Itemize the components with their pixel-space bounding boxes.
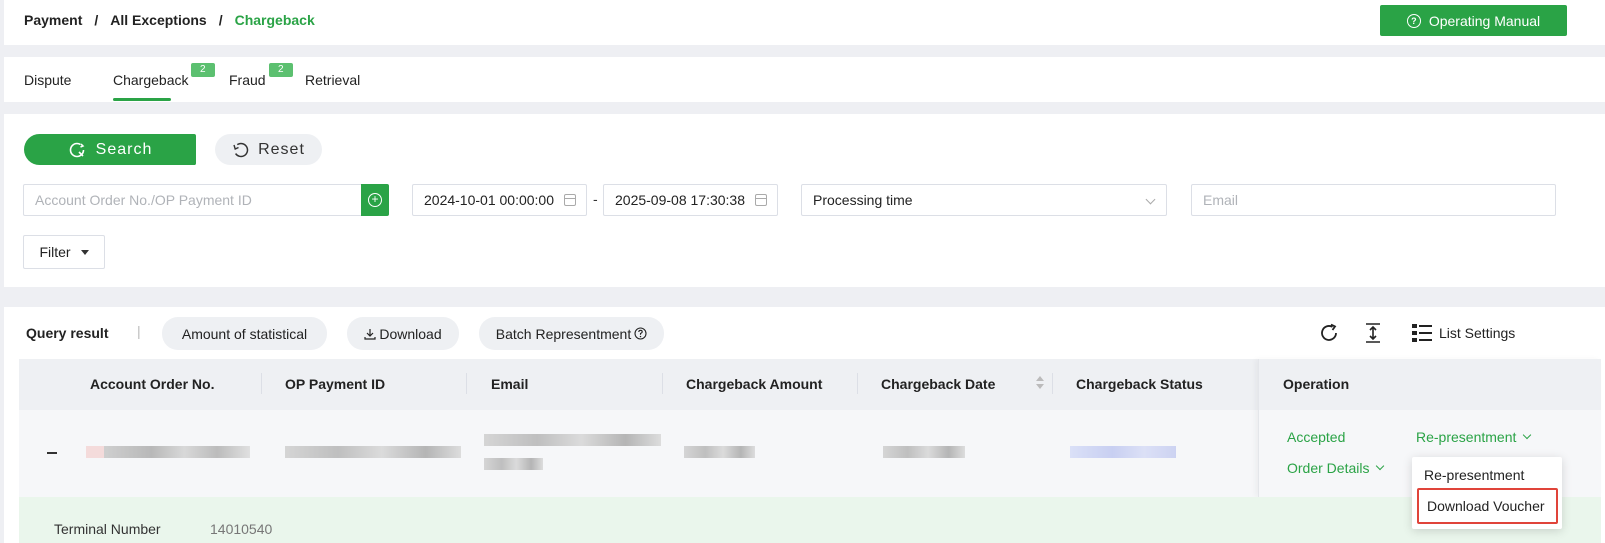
amount-statistical-button[interactable]: Amount of statistical — [162, 317, 327, 350]
amount-redacted — [684, 446, 755, 458]
query-result-title: Query result — [26, 325, 109, 341]
download-label: Download — [379, 325, 442, 342]
date-from-value: 2024-10-01 00:00:00 — [424, 192, 554, 208]
tab-label: Chargeback — [113, 72, 189, 88]
caret-down-icon — [80, 249, 89, 255]
search-panel: Search Reset Account Order No./OP Paymen… — [4, 114, 1605, 287]
column-header-email: Email — [491, 376, 529, 392]
calendar-icon — [755, 194, 767, 206]
column-divider — [466, 373, 467, 394]
tab-count-badge: 2 — [191, 63, 215, 77]
breadcrumb-payment[interactable]: Payment — [24, 12, 82, 28]
account-order-redacted — [86, 446, 250, 458]
column-header-chargeback-amount: Chargeback Amount — [686, 376, 823, 392]
row-height-icon — [1366, 323, 1380, 343]
time-type-value: Processing time — [813, 192, 913, 208]
terminal-number-label: Terminal Number — [54, 521, 161, 537]
tab-dispute[interactable]: Dispute — [24, 72, 71, 88]
breadcrumb-separator: / — [218, 12, 223, 28]
column-header-chargeback-date[interactable]: Chargeback Date — [881, 376, 995, 392]
order-details-label: Order Details — [1287, 460, 1370, 476]
reset-button[interactable]: Reset — [215, 134, 322, 165]
chevron-down-icon — [1523, 430, 1532, 440]
date-from-input[interactable]: 2024-10-01 00:00:00 — [412, 184, 587, 216]
refresh-icon — [1321, 323, 1337, 341]
chevron-down-icon — [1376, 461, 1385, 471]
collapse-row-icon[interactable] — [47, 452, 57, 454]
help-icon — [634, 327, 647, 340]
breadcrumb-all-exceptions[interactable]: All Exceptions — [110, 12, 206, 28]
amount-statistical-label: Amount of statistical — [181, 325, 308, 342]
date-range-separator: - — [593, 191, 598, 207]
representment-dropdown-menu: Re-presentment Download Voucher — [1412, 457, 1562, 529]
tab-label: Fraud — [229, 72, 266, 88]
column-header-op-payment-id: OP Payment ID — [285, 376, 386, 392]
terminal-number-value: 14010540 — [210, 521, 273, 537]
refresh-button[interactable] — [1318, 322, 1340, 344]
email-placeholder: Email — [1203, 192, 1239, 208]
column-divider — [662, 373, 663, 394]
time-type-select[interactable]: Processing time — [801, 184, 1167, 216]
order-details-dropdown-trigger[interactable]: Order Details — [1287, 460, 1385, 476]
tab-label: Dispute — [24, 72, 72, 88]
list-settings-button[interactable]: List Settings — [1411, 322, 1515, 344]
reset-label: Reset — [258, 140, 305, 158]
search-label: Search — [95, 140, 153, 158]
date-to-value: 2025-09-08 17:30:38 — [615, 192, 745, 208]
date-redacted — [883, 446, 965, 458]
column-divider — [261, 373, 262, 394]
filter-button[interactable]: Filter — [23, 235, 105, 269]
tab-retrieval[interactable]: Retrieval — [305, 72, 360, 88]
breadcrumb-separator: / — [94, 12, 99, 28]
filter-label: Filter — [39, 244, 71, 260]
op-payment-id-redacted — [285, 446, 461, 458]
email-redacted — [484, 434, 661, 446]
tab-fraud[interactable]: Fraud 2 — [229, 63, 293, 88]
tab-label: Retrieval — [305, 72, 361, 88]
operating-manual-label: Operating Manual — [1428, 12, 1541, 29]
search-refresh-icon — [69, 142, 84, 157]
reset-icon — [233, 142, 249, 157]
column-divider — [1052, 373, 1053, 394]
breadcrumb: Payment / All Exceptions / Chargeback — [24, 12, 315, 28]
status-redacted — [1070, 446, 1176, 458]
date-to-input[interactable]: 2025-09-08 17:30:38 — [603, 184, 778, 216]
active-tab-indicator — [113, 98, 171, 101]
email-input[interactable]: Email — [1191, 184, 1556, 216]
tab-chargeback[interactable]: Chargeback 2 — [113, 63, 215, 88]
expanded-row-detail: Terminal Number 14010540 — [19, 497, 1601, 543]
chevron-down-icon — [1145, 194, 1156, 205]
column-header-chargeback-status: Chargeback Status — [1076, 376, 1203, 392]
accepted-label: Accepted — [1287, 429, 1346, 445]
title-divider: | — [137, 323, 141, 339]
menu-item-download-voucher[interactable]: Download Voucher — [1427, 498, 1545, 514]
breadcrumb-chargeback: Chargeback — [234, 12, 315, 28]
plus-circle-icon: + — [368, 193, 382, 207]
batch-representment-button[interactable]: Batch Representment — [479, 317, 664, 350]
menu-item-representment[interactable]: Re-presentment — [1424, 467, 1524, 483]
column-header-account-order: Account Order No. — [90, 376, 215, 392]
help-icon: ? — [1406, 13, 1421, 28]
email-redacted — [484, 458, 543, 470]
download-button[interactable]: Download — [347, 317, 459, 350]
search-button[interactable]: Search — [24, 134, 196, 165]
column-divider — [857, 373, 858, 394]
tab-count-badge: 2 — [269, 63, 293, 77]
add-order-id-button[interactable]: + — [361, 184, 389, 216]
operating-manual-button[interactable]: ? Operating Manual — [1380, 5, 1567, 36]
row-density-button[interactable] — [1364, 322, 1382, 344]
list-settings-label: List Settings — [1439, 325, 1516, 341]
sort-icon[interactable] — [1036, 375, 1044, 391]
order-id-placeholder: Account Order No./OP Payment ID — [35, 192, 252, 208]
accepted-link[interactable]: Accepted — [1287, 429, 1345, 445]
list-settings-icon — [1412, 324, 1432, 342]
top-bar: Payment / All Exceptions / Chargeback — [4, 0, 1605, 45]
tab-bar: Dispute Chargeback 2 Fraud 2 Retrieval — [4, 57, 1605, 102]
download-icon — [364, 328, 376, 340]
representment-dropdown-trigger[interactable]: Re-presentment — [1416, 429, 1532, 445]
batch-representment-label: Batch Representment — [495, 325, 632, 342]
calendar-icon — [564, 194, 576, 206]
order-id-input[interactable]: Account Order No./OP Payment ID — [23, 184, 363, 216]
representment-trigger-label: Re-presentment — [1416, 429, 1517, 445]
